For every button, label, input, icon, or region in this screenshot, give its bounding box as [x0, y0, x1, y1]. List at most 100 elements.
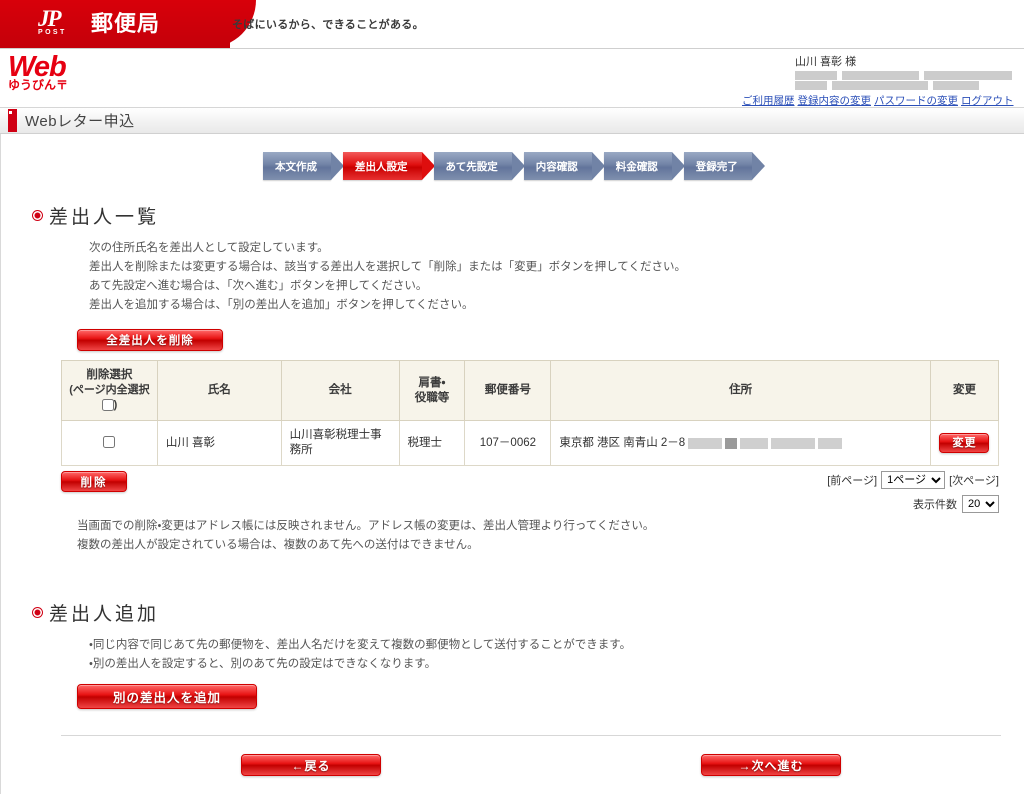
step-flow: 本文作成 差出人設定 あて先設定 内容確認 料金確認 登録完了: [1, 134, 1024, 180]
footer-divider: [61, 735, 1001, 736]
desc-line: ・別の差出人を設定すると、別のあて先の設定はできなくなります。: [89, 658, 437, 670]
edit-sender-button[interactable]: 変更: [939, 433, 990, 453]
sender-list-title: 差出人一覧: [49, 207, 160, 228]
table-footer: 削除 [前ページ] 1ページ [次ページ] 表示件数 20: [61, 471, 999, 517]
user-links: ご利用履歴 登録内容の変更 パスワードの変更 ログアウト: [742, 93, 1014, 108]
select-all-checkbox[interactable]: [101, 399, 114, 412]
redaction-block: [795, 81, 827, 90]
redaction-block: [795, 71, 837, 80]
desc-line: 差出人を削除または変更する場合は、該当する差出人を選択して「削除」または「変更」…: [89, 261, 686, 273]
sender-table-wrapper: 削除選択 (ページ内全選択 ) 氏名 会社 肩書・ 役職等 郵便番号 住所 変更: [61, 360, 1000, 466]
select-all-wrapper: (ページ内全選択 ): [66, 383, 153, 413]
step-sashidashinin-settei[interactable]: 差出人設定: [343, 152, 434, 180]
web-logo-sub: ゆうびん〒: [8, 78, 69, 92]
address-text: 東京都 港区 南青山 2－8: [559, 436, 686, 449]
step-toroku-kanryo[interactable]: 登録完了: [683, 152, 765, 180]
column-header-name: 氏名: [156, 360, 282, 421]
sender-add-description: ・同じ内容で同じあて先の郵便物を、差出人名だけを変えて複数の郵便物として送付する…: [89, 636, 1024, 674]
step-label: 本文作成: [275, 160, 317, 173]
select-all-suffix: ): [113, 399, 118, 411]
step-label: 料金確認: [615, 160, 658, 173]
column-header-company: 会社: [280, 360, 400, 421]
delete-selected-button[interactable]: 削除: [61, 471, 127, 492]
back-button[interactable]: ←戻る: [241, 754, 381, 776]
prev-page-link[interactable]: [前ページ]: [827, 472, 877, 488]
step-label: あて先設定: [445, 160, 498, 173]
desc-line: あて先設定へ進む場合は、「次へ進む」ボタンを押してください。: [89, 280, 428, 292]
note-line: 複数の差出人が設定されている場合は、複数のあて先への送付はできません。: [77, 539, 479, 551]
step-label: 登録完了: [695, 160, 738, 173]
table-header-row: 削除選択 (ページ内全選択 ) 氏名 会社 肩書・ 役職等 郵便番号 住所 変更: [61, 360, 1000, 421]
user-detail-redacted-line-2: [742, 81, 1012, 90]
row-company-cell: 山川喜彰税理士事務所: [280, 420, 400, 466]
step-naiyo-kakunin[interactable]: 内容確認: [523, 152, 605, 180]
title-marker-icon: [8, 109, 17, 132]
sender-list-description: 次の住所氏名を差出人として設定しています。 差出人を削除または変更する場合は、該…: [89, 239, 1024, 315]
column-header-zip: 郵便番号: [464, 360, 552, 421]
redaction-block: [688, 437, 723, 449]
page-title-bar: Webレター申込: [0, 107, 1024, 134]
web-logo-main: Web: [8, 51, 67, 83]
sub-header: Web ゆうびん〒 山川 喜彰 様 ご利用履歴 登録内容の変更 パスワードの変更 ログ…: [0, 49, 1024, 107]
delete-all-senders-button[interactable]: 全差出人を削除: [77, 329, 223, 351]
row-name-cell: 山川 喜彰: [156, 420, 282, 466]
column-label-select: 削除選択: [86, 369, 133, 381]
main-content: 本文作成 差出人設定 あて先設定 内容確認 料金確認 登録完了 差出人一覧 次の…: [0, 134, 1024, 794]
redaction-block: [924, 71, 1012, 80]
row-select-checkbox[interactable]: [103, 436, 116, 449]
redaction-block: [740, 437, 769, 449]
step-honbun-sakusei[interactable]: 本文作成: [263, 152, 344, 180]
step-atesaki-settei[interactable]: あて先設定: [433, 152, 526, 180]
sender-list-notes: 当画面での削除・変更はアドレス帳には反映されません。アドレス帳の変更は、差出人管…: [77, 517, 1024, 555]
column-label-title-line1: 肩書・: [418, 376, 446, 389]
user-name: 山川 喜彰 様: [795, 56, 857, 68]
usage-history-link[interactable]: ご利用履歴: [742, 95, 795, 107]
row-edit-cell: 変更: [929, 420, 1000, 466]
column-header-edit: 変更: [929, 360, 1000, 421]
redaction-block: [725, 437, 738, 449]
redaction-block: [933, 81, 979, 90]
rows-per-page: 表示件数 20: [913, 495, 999, 513]
row-zip-cell: 107－0062: [464, 420, 552, 466]
rows-per-page-select[interactable]: 20: [962, 495, 999, 513]
column-label-title-line2: 役職等: [414, 391, 450, 404]
step-label: 差出人設定: [355, 160, 408, 173]
step-label: 内容確認: [535, 160, 578, 173]
redaction-block: [832, 81, 928, 90]
column-header-address: 住所: [550, 360, 931, 421]
bullet-icon: [33, 211, 42, 220]
brand-name: 郵便局: [91, 11, 161, 36]
page-title: Webレター申込: [25, 113, 135, 130]
footer-nav-row: ←戻る →次へ進む: [1, 754, 1024, 788]
web-yubin-logo[interactable]: Web ゆうびん〒: [8, 53, 118, 92]
change-password-link[interactable]: パスワードの変更: [874, 95, 958, 107]
redaction-block: [771, 437, 816, 449]
user-info-box: 山川 喜彰 様 ご利用履歴 登録内容の変更 パスワードの変更 ログアウト: [742, 53, 1014, 108]
jp-mark-post-word: POST: [38, 29, 67, 36]
sender-add-title: 差出人追加: [49, 604, 160, 625]
user-detail-redacted-line-1: [742, 71, 1012, 80]
column-header-title: 肩書・ 役職等: [398, 360, 466, 421]
jp-post-mark-icon: JP POST: [38, 7, 82, 40]
table-row: 山川 喜彰 山川喜彰税理士事務所 税理士 107－0062 東京都 港区 南青山…: [61, 420, 1000, 466]
desc-line: 次の住所氏名を差出人として設定しています。: [89, 242, 329, 254]
next-button[interactable]: →次へ進む: [701, 754, 841, 776]
add-another-sender-button[interactable]: 別の差出人を追加: [77, 684, 257, 709]
bullet-icon: [33, 608, 42, 617]
redaction-block: [841, 71, 920, 80]
step-ryokin-kakunin[interactable]: 料金確認: [603, 152, 685, 180]
edit-registration-link[interactable]: 登録内容の変更: [798, 95, 872, 107]
brand-tagline: そばにいるから、できることがある。: [232, 19, 424, 31]
row-title-cell: 税理士: [398, 420, 466, 466]
column-header-select: 削除選択 (ページ内全選択 ): [61, 360, 158, 421]
sender-add-heading: 差出人追加: [33, 599, 1024, 626]
logout-link[interactable]: ログアウト: [961, 95, 1014, 107]
page-select[interactable]: 1ページ: [881, 471, 946, 489]
address-content: 東京都 港区 南青山 2－8: [559, 436, 922, 451]
japan-post-logo[interactable]: JP POST 郵便局: [38, 7, 161, 40]
row-address-cell: 東京都 港区 南青山 2－8: [550, 420, 931, 466]
desc-line: 差出人を追加する場合は、「別の差出人を追加」ボタンを押してください。: [89, 299, 474, 311]
row-select-cell: [61, 420, 158, 466]
next-page-link[interactable]: [次ページ]: [949, 472, 999, 488]
pagination: [前ページ] 1ページ [次ページ]: [827, 471, 999, 489]
